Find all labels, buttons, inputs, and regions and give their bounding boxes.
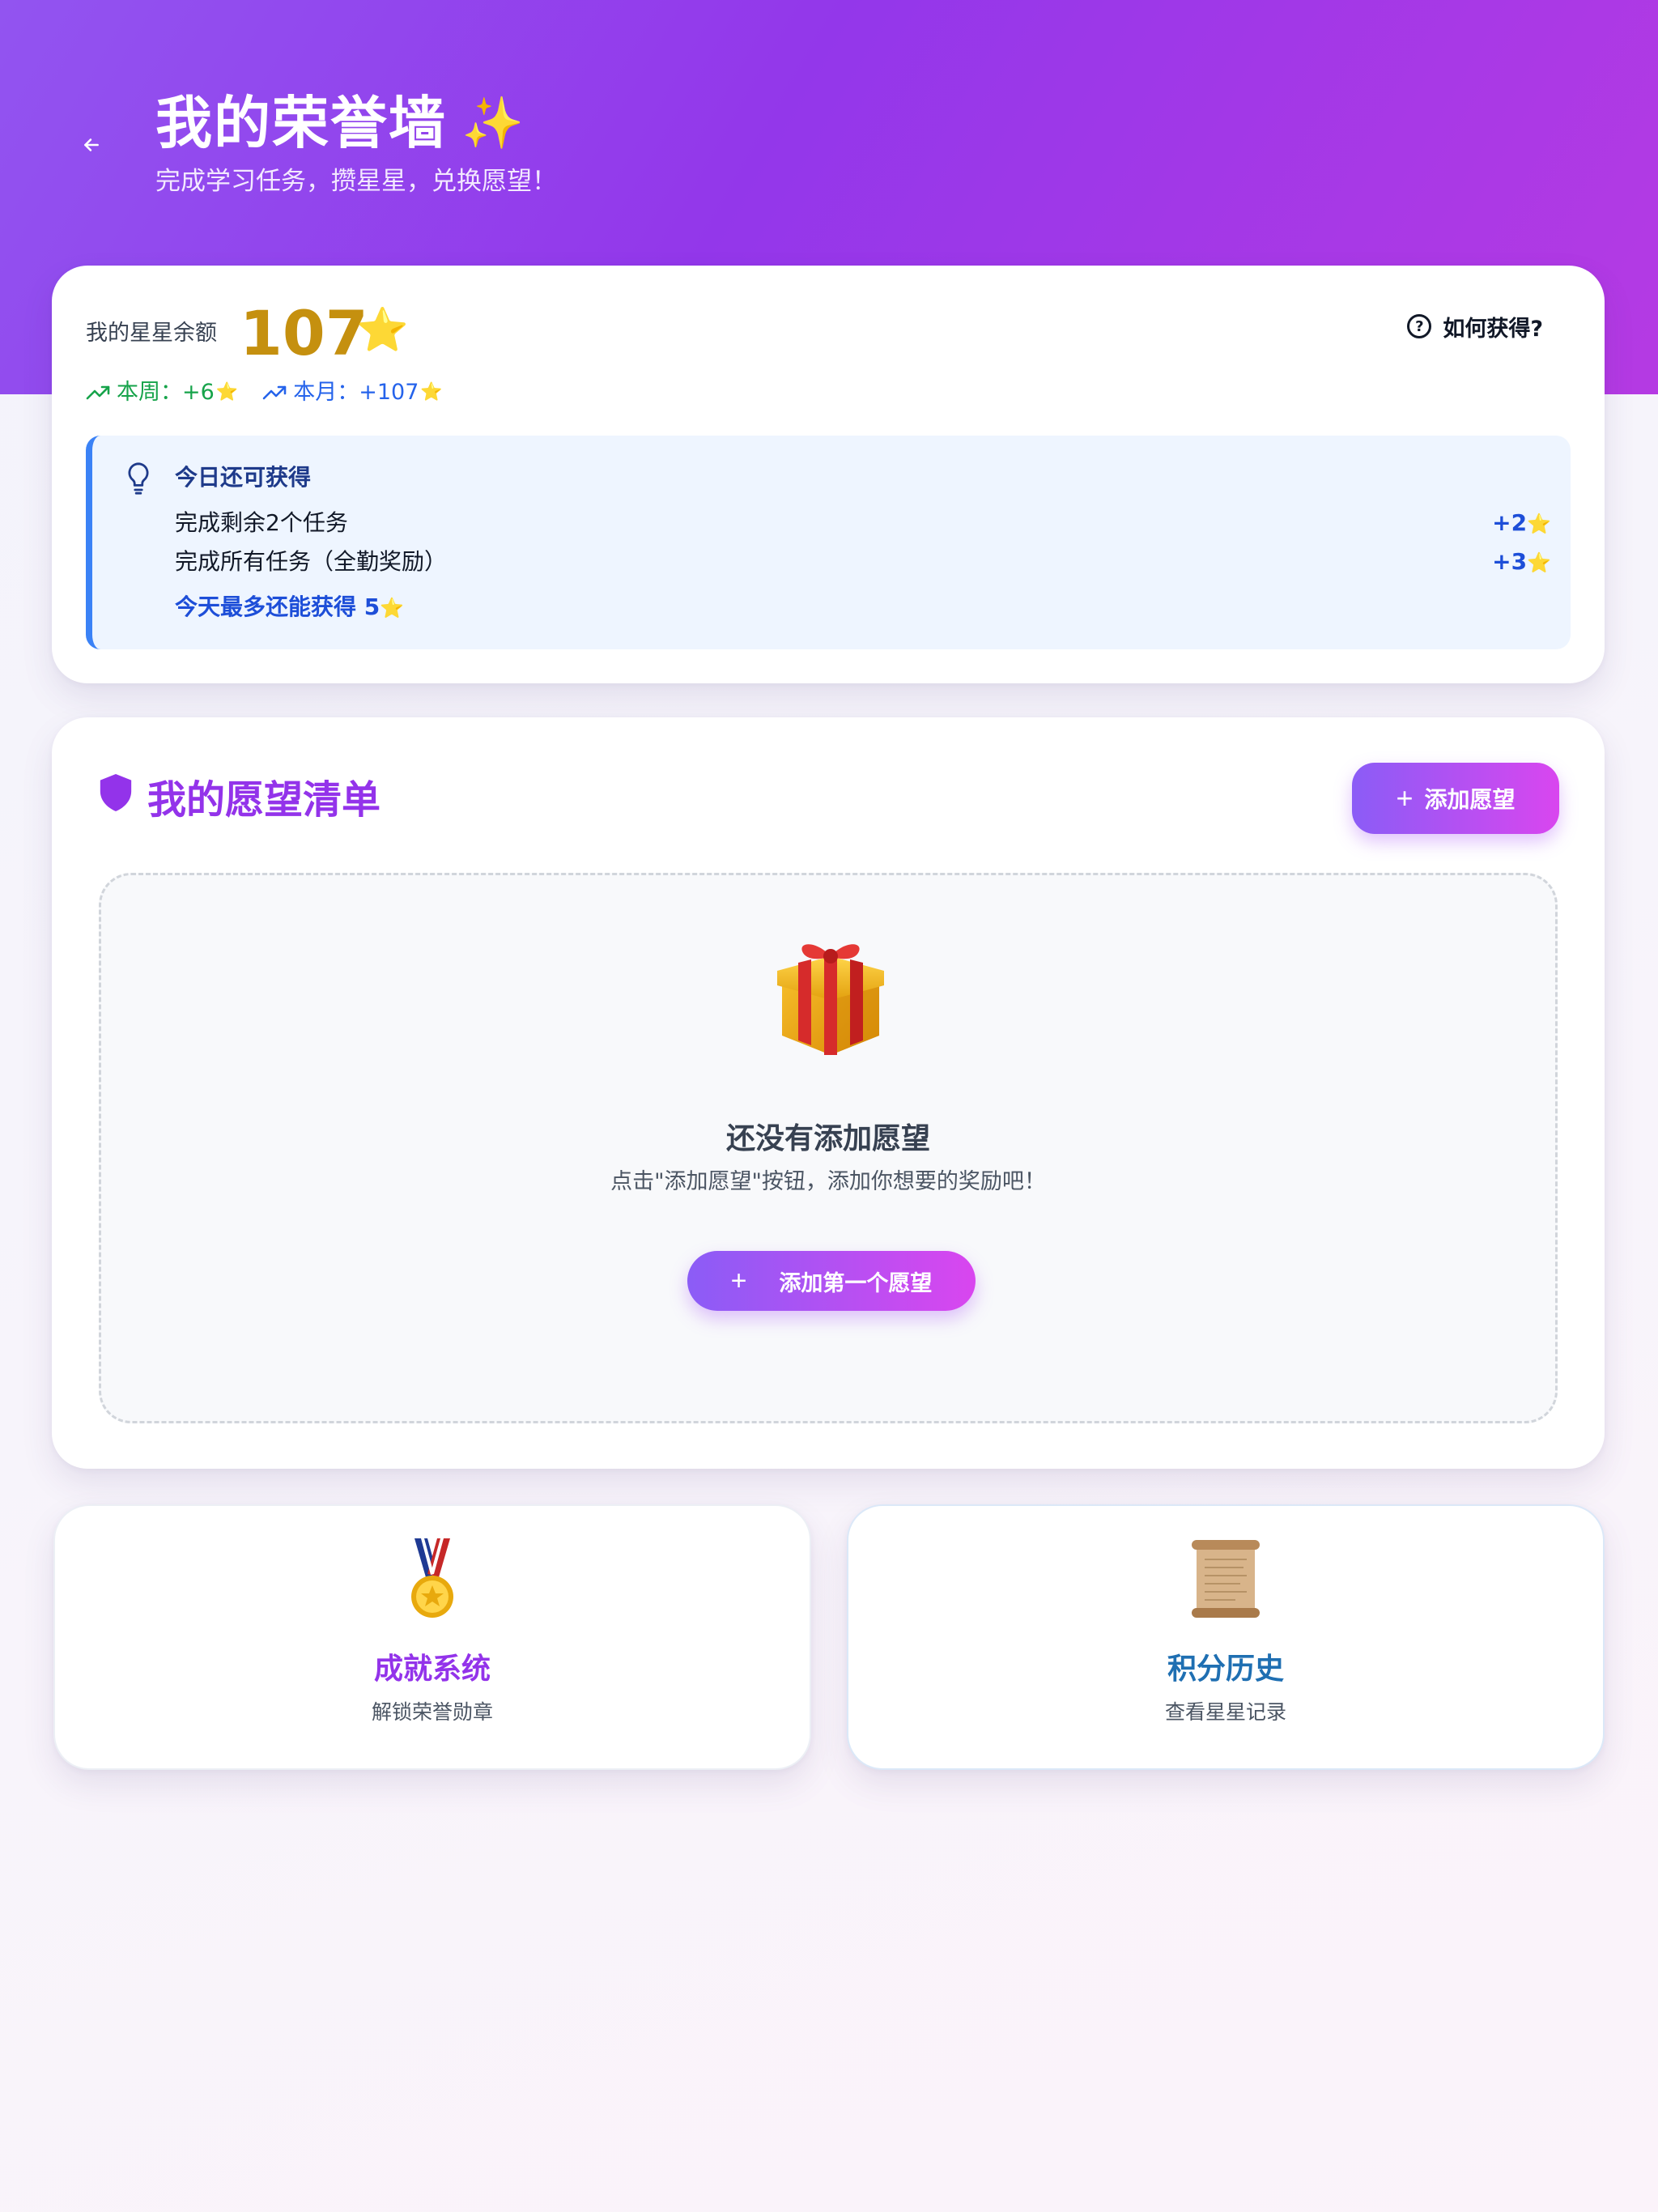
trending-up-icon: [86, 385, 110, 400]
monthly-trend: 本月： +107 ⭐: [262, 376, 443, 410]
gift-icon: [777, 944, 884, 1055]
earnable-item-value: +2⭐: [1492, 505, 1551, 542]
help-circle-icon: ?: [1407, 314, 1432, 338]
arrow-left-icon: [84, 138, 99, 151]
back-button[interactable]: [78, 131, 105, 159]
earnable-item-value: +3⭐: [1492, 544, 1551, 581]
achievements-card[interactable]: 成就系统 解锁荣誉勋章: [53, 1504, 811, 1770]
today-max-text: 今天最多还能获得 5: [175, 593, 380, 620]
achievements-title: 成就系统: [373, 1653, 491, 1686]
today-earnable-title: 今日还可获得: [175, 464, 312, 491]
add-first-wish-button[interactable]: + 添加第一个愿望: [687, 1251, 976, 1311]
scroll-icon: [848, 1537, 1603, 1621]
add-wish-button[interactable]: + 添加愿望: [1352, 763, 1559, 834]
star-balance-card: 我的星星余额 107 ⭐ ? 如何获得? 本周： +6 ⭐ 本月： +107 ⭐…: [52, 266, 1605, 683]
how-to-earn-label: 如何获得?: [1443, 316, 1543, 342]
star-icon: ⭐: [1527, 551, 1551, 574]
star-icon: ⭐: [380, 597, 405, 619]
points-history-subtitle: 查看星星记录: [1164, 1700, 1286, 1724]
plus-icon: +: [730, 1265, 747, 1296]
earnable-item: 完成剩余2个任务 +2⭐: [175, 505, 1551, 542]
star-icon: ⭐: [356, 306, 409, 355]
points-history-card[interactable]: 积分历史 查看星星记录: [847, 1504, 1605, 1770]
page-title-text: 我的荣誉墙: [155, 90, 447, 156]
earnable-item-label: 完成剩余2个任务: [175, 509, 348, 536]
achievements-subtitle: 解锁荣誉勋章: [371, 1700, 493, 1724]
plus-icon: +: [1396, 781, 1414, 815]
trend-row: 本周： +6 ⭐ 本月： +107 ⭐: [86, 376, 467, 410]
balance-value: 107: [240, 297, 368, 369]
today-max-earnable: 今天最多还能获得 5⭐: [175, 589, 404, 626]
how-to-earn-button[interactable]: ? 如何获得?: [1407, 306, 1543, 347]
star-icon: ⭐: [215, 382, 239, 402]
shield-icon: [100, 774, 132, 811]
earnable-item-label: 完成所有任务（全勤奖励）: [175, 548, 448, 575]
earnable-item-amount: +2: [1492, 509, 1528, 536]
empty-title: 还没有添加愿望: [725, 1122, 930, 1155]
sparkle-icon: ✨: [461, 93, 526, 152]
add-first-wish-label: 添加第一个愿望: [779, 1270, 933, 1295]
lightbulb-icon: [128, 462, 149, 495]
star-icon: ⭐: [1527, 513, 1551, 535]
wishlist-card: 我的愿望清单 + 添加愿望 还没有添加愿望 点击"添加愿望"按钮，添加你想要的奖…: [52, 717, 1605, 1469]
weekly-value: +6: [182, 380, 215, 405]
empty-subtitle: 点击"添加愿望"按钮，添加你想要的奖励吧！: [610, 1169, 1046, 1194]
earnable-item: 完成所有任务（全勤奖励） +3⭐: [175, 544, 1551, 581]
wishlist-title: 我的愿望清单: [97, 771, 380, 829]
trending-up-icon: [262, 385, 287, 400]
balance-label: 我的星星余额: [86, 321, 217, 346]
medal-icon: [55, 1537, 810, 1621]
wishlist-title-text: 我的愿望清单: [147, 777, 381, 823]
add-wish-label: 添加愿望: [1424, 787, 1516, 812]
weekly-trend: 本周： +6 ⭐: [86, 376, 238, 410]
weekly-label: 本周：: [117, 380, 182, 405]
today-earnable-panel: 今日还可获得 完成剩余2个任务 +2⭐ 完成所有任务（全勤奖励） +3⭐ 今天最…: [86, 436, 1571, 649]
page-title: 我的荣誉墙 ✨: [155, 84, 525, 162]
monthly-label: 本月：: [293, 380, 359, 405]
wishlist-empty-state: 还没有添加愿望 点击"添加愿望"按钮，添加你想要的奖励吧！ + 添加第一个愿望: [99, 873, 1558, 1423]
points-history-title: 积分历史: [1167, 1653, 1284, 1686]
page-subtitle: 完成学习任务，攒星星，兑换愿望！: [155, 167, 557, 196]
monthly-value: +107: [359, 380, 419, 405]
star-icon: ⭐: [420, 382, 443, 402]
earnable-item-amount: +3: [1492, 548, 1528, 575]
